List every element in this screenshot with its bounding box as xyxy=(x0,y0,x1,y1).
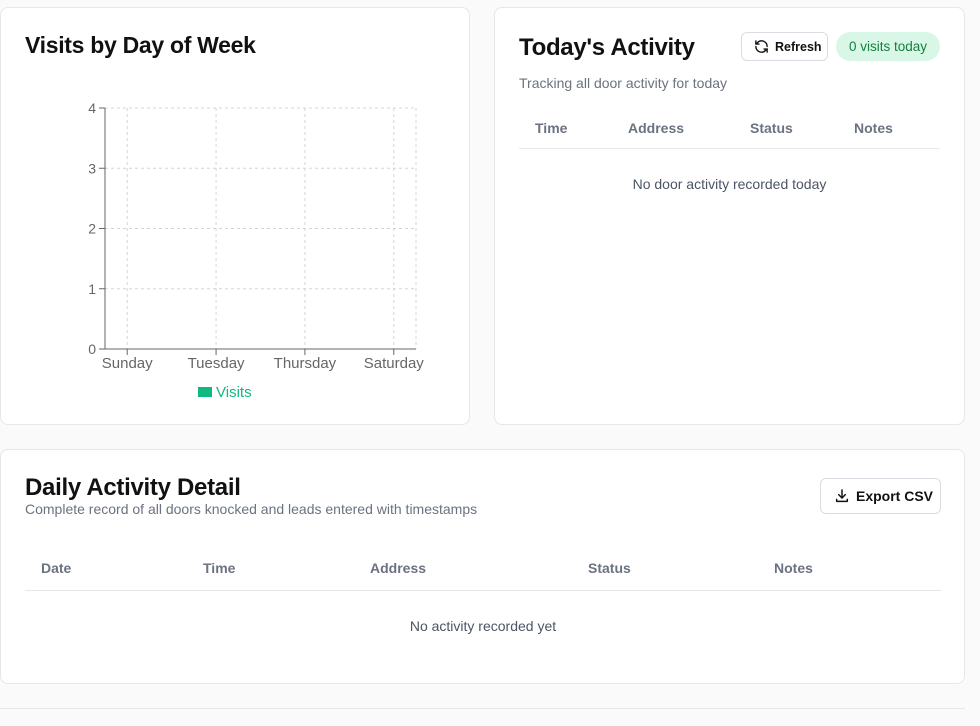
x-axis-ticks: Sunday Tuesday Thursday Saturday xyxy=(102,349,425,372)
todays-activity-empty-message: No door activity recorded today xyxy=(632,176,827,192)
export-csv-label: Export CSV xyxy=(856,488,934,504)
column-header-notes: Notes xyxy=(854,120,893,136)
x-tick-label: Thursday xyxy=(274,355,337,372)
column-header-time: Time xyxy=(203,560,236,576)
daily-activity-title: Daily Activity Detail xyxy=(25,474,241,501)
column-header-time: Time xyxy=(535,120,568,136)
refresh-icon xyxy=(755,40,768,53)
column-header-status: Status xyxy=(750,120,793,136)
download-icon xyxy=(835,489,849,503)
x-tick-label: Tuesday xyxy=(188,355,245,372)
bottom-divider xyxy=(0,708,965,709)
column-header-address: Address xyxy=(370,560,427,576)
export-csv-button[interactable]: Export CSV xyxy=(820,478,941,514)
y-tick-label: 3 xyxy=(88,160,96,176)
refresh-button-label: Refresh xyxy=(775,39,822,54)
y-tick-label: 0 xyxy=(88,341,96,357)
y-axis-ticks: 0 1 2 3 4 xyxy=(88,100,105,357)
visits-chart-card: Visits by Day of Week 01234 Sunday Tuesda… xyxy=(0,7,470,425)
x-tick-label: Sunday xyxy=(102,355,153,372)
todays-activity-subtitle: Tracking all door activity for today xyxy=(519,75,728,91)
column-header-address: Address xyxy=(628,120,685,136)
y-tick-label: 4 xyxy=(88,100,96,116)
chart-legend[interactable]: Visits xyxy=(198,384,252,401)
daily-activity-detail-card: Daily Activity Detail Complete record of… xyxy=(0,449,965,684)
refresh-button[interactable]: Refresh xyxy=(741,32,828,61)
daily-activity-table-header: Date Time Address Status Notes xyxy=(25,546,941,591)
todays-activity-card: Today's Activity Refresh 0 visits today … xyxy=(494,7,965,425)
visits-today-badge: 0 visits today xyxy=(836,32,940,61)
y-tick-label: 2 xyxy=(88,221,96,237)
visits-chart: 0 1 2 3 4 Sunday Tuesday Thursday Saturday Visi… xyxy=(88,100,425,401)
legend-label: Visits xyxy=(216,384,252,401)
x-tick-label: Saturday xyxy=(364,355,425,372)
chart-grid xyxy=(105,107,417,349)
daily-activity-subtitle: Complete record of all doors knocked and… xyxy=(25,501,478,517)
y-tick-label: 1 xyxy=(88,281,96,297)
column-header-notes: Notes xyxy=(774,560,813,576)
todays-activity-table-header: Time Address Status Notes xyxy=(519,108,940,149)
column-header-status: Status xyxy=(588,560,631,576)
todays-activity-title: Today's Activity xyxy=(519,34,695,61)
column-header-date: Date xyxy=(41,560,72,576)
legend-swatch xyxy=(198,387,212,397)
daily-activity-empty-message: No activity recorded yet xyxy=(409,618,557,634)
